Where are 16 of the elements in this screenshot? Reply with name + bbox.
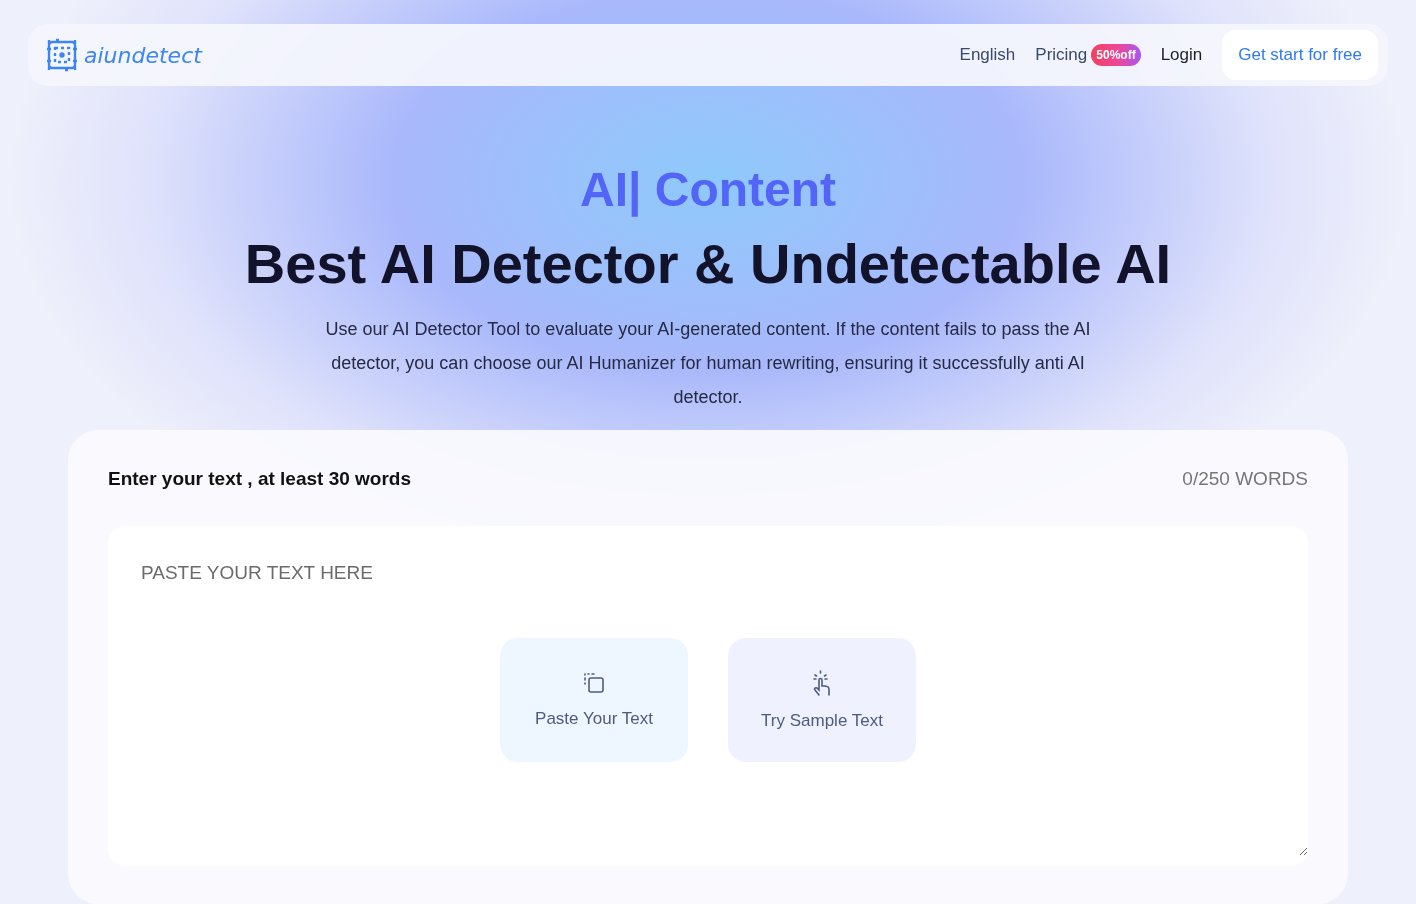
page-title: Best AI Detector & Undetectable AI <box>244 231 1172 296</box>
logo-icon <box>44 37 80 73</box>
login-link[interactable]: Login <box>1160 45 1203 65</box>
paste-text-button[interactable]: Paste Your Text <box>500 638 688 762</box>
logo-text[interactable]: aiundetect <box>84 42 202 68</box>
input-label: Enter your text , at least 30 words <box>108 468 412 490</box>
nav-link[interactable]: Pricing <box>1035 45 1088 65</box>
word-count: 0/250 WORDS <box>1182 468 1308 490</box>
discount-badge: 50%off <box>1091 44 1141 66</box>
paste-icon <box>582 671 606 695</box>
text-input-field[interactable]: PASTE YOUR TEXT HERE Paste Your Text Try Sample Text <box>108 526 1308 866</box>
get-started-button[interactable]: Get start for free <box>1222 30 1378 80</box>
sample-text-button[interactable]: Try Sample Text <box>728 638 916 762</box>
hero-description: Use our AI Detector Tool to evaluate your AI-generated content. If the content fails to pass the AI detector, you can choose our AI Humanizer for human rewriting, ensuring it successfully anti AI detector. <box>324 318 1092 409</box>
nav-link[interactable]: English <box>959 45 1016 65</box>
typed-heading: AI| Content <box>579 162 837 217</box>
